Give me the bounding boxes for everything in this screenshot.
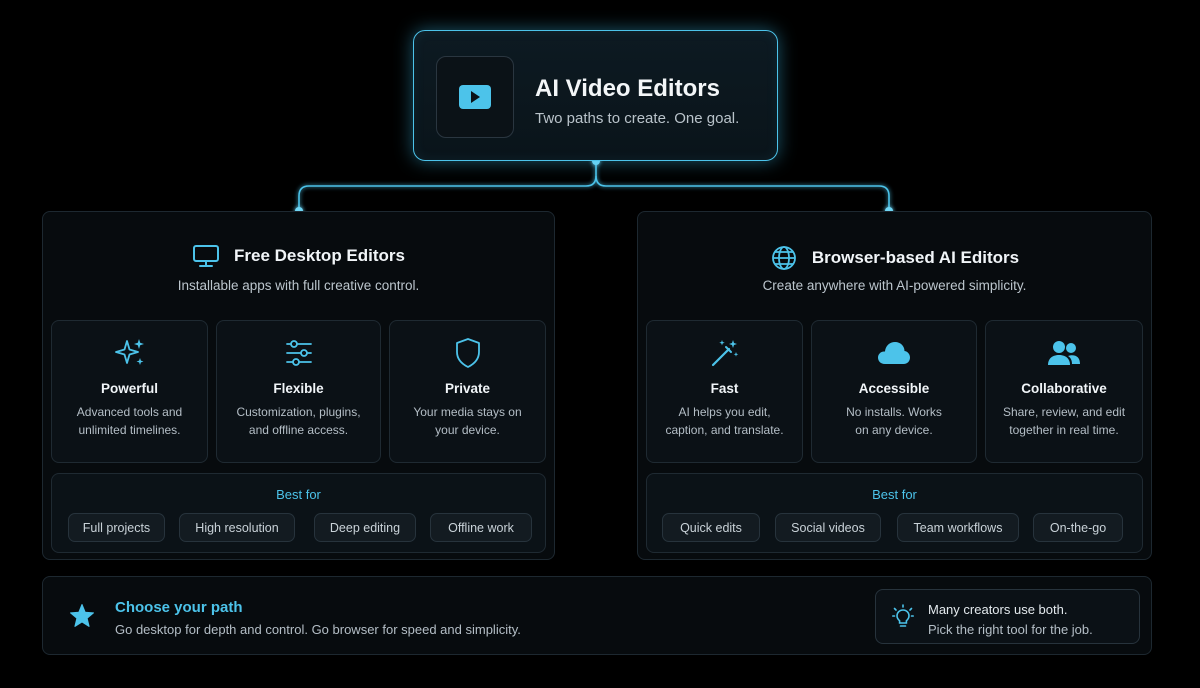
desktop-panel-subtitle: Installable apps with full creative cont… (177, 278, 420, 293)
tag-chip: Social videos (775, 513, 881, 542)
tag-chip: Full projects (68, 513, 165, 542)
feature-desc-line: Your media stays on (413, 405, 522, 419)
best-for-label: Best for (276, 487, 321, 502)
hero-subtitle: Two paths to create. One goal. (535, 110, 740, 127)
desktop-editors-panel: Free Desktop Editors Installable apps wi… (42, 211, 555, 560)
tag-chip: Offline work (430, 513, 532, 542)
feature-description: AI helps you edit, caption, and translat… (653, 403, 796, 439)
footer-subtitle: Go desktop for depth and control. Go bro… (115, 622, 521, 637)
best-for-box-browser: Best for Quick edits Social videos Team … (646, 473, 1143, 553)
browser-panel-title: Browser-based AI Editors (811, 248, 1020, 267)
desktop-panel-title: Free Desktop Editors (234, 246, 405, 265)
feature-desc-line: together in real time. (1009, 423, 1119, 437)
feature-card-fast: Fast AI helps you edit, caption, and tra… (646, 320, 803, 463)
tag-chip: Deep editing (314, 513, 416, 542)
tag-chip: High resolution (179, 513, 295, 542)
browser-panel-subtitle: Create anywhere with AI-powered simplici… (762, 278, 1027, 293)
feature-title: Accessible (858, 381, 930, 396)
tag-chip: Quick edits (662, 513, 760, 542)
cloud-icon (878, 342, 910, 364)
tip-line-secondary: Pick the right tool for the job. (928, 622, 1093, 637)
tag-chip: Team workflows (897, 513, 1019, 542)
best-for-box-desktop: Best for Full projects High resolution D… (51, 473, 546, 553)
feature-title: Flexible (273, 381, 324, 396)
tag-chip: On-the-go (1033, 513, 1123, 542)
star-icon (70, 604, 94, 627)
feature-description: Advanced tools and unlimited timelines. (58, 403, 201, 439)
feature-desc-line: Advanced tools and (76, 405, 183, 419)
lightbulb-icon (892, 604, 914, 627)
desktop-panel-header: Free Desktop Editors (43, 244, 554, 268)
best-for-label: Best for (872, 487, 917, 502)
feature-desc-line: No installs. Works (846, 405, 942, 419)
globe-icon (771, 246, 796, 270)
hero-icon-box (436, 56, 514, 138)
feature-desc-line: Share, review, and edit (1002, 405, 1126, 419)
feature-desc-line: on any device. (855, 423, 933, 437)
browser-panel-header: Browser-based AI Editors (638, 244, 1151, 272)
hero-title: AI Video Editors (535, 75, 720, 102)
footer-title: Choose your path (115, 599, 243, 616)
feature-card-accessible: Accessible No installs. Works on any dev… (811, 320, 977, 463)
tip-line-primary: Many creators use both. (928, 602, 1068, 617)
feature-description: Customization, plugins, and offline acce… (223, 403, 374, 439)
feature-title: Collaborative (1021, 381, 1107, 396)
feature-title: Fast (710, 381, 739, 396)
feature-card-collaborative: Collaborative Share, review, and edit to… (985, 320, 1143, 463)
sparkles-icon (114, 339, 144, 365)
feature-desc-line: Customization, plugins, (236, 405, 361, 419)
feature-card-private: Private Your media stays on your device. (389, 320, 546, 463)
feature-card-flexible: Flexible Customization, plugins, and off… (216, 320, 381, 463)
hero-card: AI Video Editors Two paths to create. On… (413, 30, 778, 161)
video-play-icon (459, 85, 491, 109)
feature-title: Powerful (100, 381, 158, 396)
feature-desc-line: unlimited timelines. (78, 423, 181, 437)
browser-editors-panel: Browser-based AI Editors Create anywhere… (637, 211, 1152, 560)
feature-desc-line: and offline access. (248, 423, 349, 437)
feature-desc-line: caption, and translate. (665, 423, 784, 437)
sliders-icon (285, 340, 312, 366)
feature-card-powerful: Powerful Advanced tools and unlimited ti… (51, 320, 208, 463)
monitor-icon (193, 245, 219, 267)
users-icon (1048, 341, 1080, 365)
magic-wand-icon (711, 340, 738, 367)
footer-banner: Choose your path Go desktop for depth an… (42, 576, 1152, 655)
feature-description: No installs. Works on any device. (818, 403, 970, 439)
feature-title: Private (444, 381, 491, 396)
feature-description: Share, review, and edit together in real… (992, 403, 1136, 439)
feature-desc-line: AI helps you edit, (678, 405, 771, 419)
tip-box: Many creators use both. Pick the right t… (875, 589, 1140, 644)
feature-description: Your media stays on your device. (396, 403, 539, 439)
feature-desc-line: your device. (435, 423, 500, 437)
shield-icon (455, 338, 480, 368)
